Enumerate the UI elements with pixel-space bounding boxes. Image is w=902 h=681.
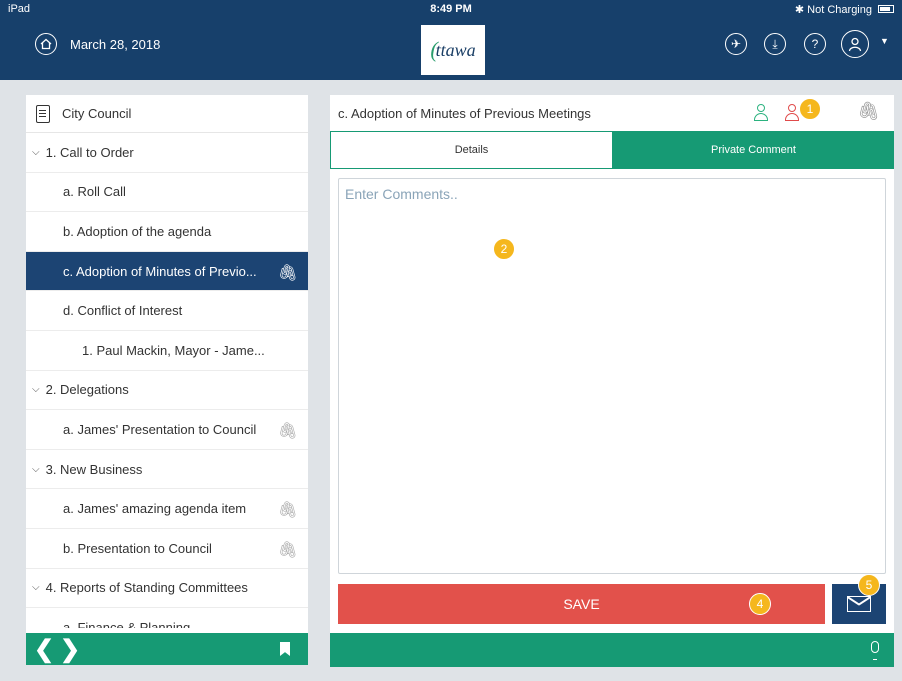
agenda-section[interactable]: ⌵ 4. Reports of Standing Committees (26, 569, 308, 609)
sidebar-footer: ❮ ❯ (26, 633, 308, 665)
agenda-item-label: 2. Delegations (45, 382, 129, 398)
chevron-down-icon[interactable]: ⌵ (32, 384, 40, 395)
agenda-item[interactable]: b. Adoption of the agenda (26, 212, 308, 252)
meeting-date: March 28, 2018 (70, 37, 161, 52)
charging-label: Not Charging (807, 4, 872, 16)
comment-placeholder: Enter Comments.. (345, 186, 458, 202)
agenda-item-label: b. Adoption of the agenda (63, 223, 212, 239)
next-arrow-icon[interactable]: ❯ (60, 635, 80, 664)
logo-text: ttawa (435, 39, 476, 60)
tab-details[interactable]: Details (330, 131, 613, 169)
envelope-icon (847, 596, 871, 612)
sidebar-header: City Council (26, 95, 308, 133)
agenda-item-label: a. James' amazing agenda item (63, 501, 247, 517)
save-button[interactable]: SAVE 4 (338, 584, 825, 624)
download-icon[interactable]: ⤓ (764, 33, 786, 55)
agenda-item-label: 1. Call to Order (45, 144, 134, 160)
previous-arrow-icon[interactable]: ❮ (34, 635, 54, 664)
attendee-icon[interactable] (754, 104, 768, 122)
agenda-item[interactable]: a. James' Presentation to Council 🖇 (26, 410, 308, 450)
pin-icon[interactable]: ✈ (725, 33, 747, 55)
badge-1: 1 (799, 98, 821, 120)
agenda-item[interactable]: b. Presentation to Council 🖇 (26, 529, 308, 569)
attachment-icon[interactable]: 🖇 (278, 263, 298, 283)
agenda-section[interactable]: ⌵ 2. Delegations (26, 371, 308, 411)
document-icon (36, 104, 50, 123)
badge-2: 2 (493, 238, 515, 260)
status-time: 8:49 PM (430, 3, 472, 15)
agenda-item[interactable]: d. Conflict of Interest (26, 291, 308, 331)
conflict-user-icon[interactable] (785, 104, 799, 122)
agenda-section[interactable]: ⌵ 1. Call to Order (26, 133, 308, 173)
microphone-icon[interactable] (871, 641, 879, 660)
agenda-list: ⌵ 1. Call to Order a. Roll Call b. Adoption… (26, 133, 308, 628)
agenda-item-label: a. James' Presentation to Council (63, 421, 257, 437)
attachment-icon[interactable]: 🖇 (278, 421, 298, 441)
attachment-icon[interactable]: 🖇 (857, 101, 880, 122)
chevron-down-icon[interactable]: ▼ (880, 36, 889, 46)
agenda-section[interactable]: ⌵ 3. New Business (26, 450, 308, 490)
status-bar: iPad 8:49 PM ✱ Not Charging (0, 0, 902, 18)
agenda-item-label: 3. New Business (45, 461, 143, 477)
agenda-item-label: a. Finance & Planning (63, 619, 191, 628)
agenda-sidebar: City Council ⌵ 1. Call to Order a. Roll Ca… (26, 95, 308, 665)
agenda-item-label: 4. Reports of Standing Committees (45, 580, 248, 596)
item-detail-panel: c. Adoption of Minutes of Previous Meeti… (330, 95, 894, 667)
chevron-down-icon[interactable]: ⌵ (32, 582, 40, 593)
agenda-item-label: a. Roll Call (63, 184, 126, 200)
chevron-down-icon[interactable]: ⌵ (32, 464, 40, 475)
chevron-down-icon[interactable]: ⌵ (32, 147, 40, 158)
agenda-item-label: d. Conflict of Interest (63, 303, 183, 319)
detail-tabs: Details Private Comment (330, 131, 894, 169)
item-title: c. Adoption of Minutes of Previous Meeti… (338, 106, 591, 121)
charging-status: ✱ Not Charging (794, 4, 872, 16)
comment-textarea[interactable]: Enter Comments.. 2 (338, 178, 886, 574)
battery-icon (878, 5, 894, 13)
agenda-item-label: c. Adoption of Minutes of Previo... (63, 263, 257, 279)
home-icon[interactable] (35, 33, 57, 55)
badge-4: 4 (749, 593, 771, 615)
tab-private-comment[interactable]: Private Comment (613, 131, 894, 169)
agenda-item[interactable]: c. Adoption of Minutes of Previo... 🖇 (26, 251, 308, 292)
sidebar-title: City Council (62, 106, 132, 121)
help-icon[interactable]: ? (804, 33, 826, 55)
app-header: iPad 8:49 PM ✱ Not Charging March 28, 20… (0, 0, 902, 80)
ottawa-logo: (ttawa (421, 25, 485, 75)
badge-5: 5 (858, 574, 880, 596)
agenda-item[interactable]: a. James' amazing agenda item 🖇 (26, 489, 308, 529)
user-avatar-icon[interactable] (841, 30, 869, 58)
agenda-item-label: b. Presentation to Council (63, 540, 212, 556)
save-label: SAVE (563, 596, 600, 612)
agenda-item[interactable]: a. Roll Call (26, 173, 308, 213)
detail-footer (330, 633, 894, 667)
bookmark-icon[interactable] (280, 642, 290, 656)
attachment-icon[interactable]: 🖇 (278, 540, 298, 560)
attachment-icon[interactable]: 🖇 (278, 500, 298, 520)
agenda-item[interactable]: 1. Paul Mackin, Mayor - Jame... (26, 331, 308, 371)
agenda-item-label: 1. Paul Mackin, Mayor - Jame... (82, 342, 265, 358)
agenda-item[interactable]: a. Finance & Planning (26, 608, 308, 628)
